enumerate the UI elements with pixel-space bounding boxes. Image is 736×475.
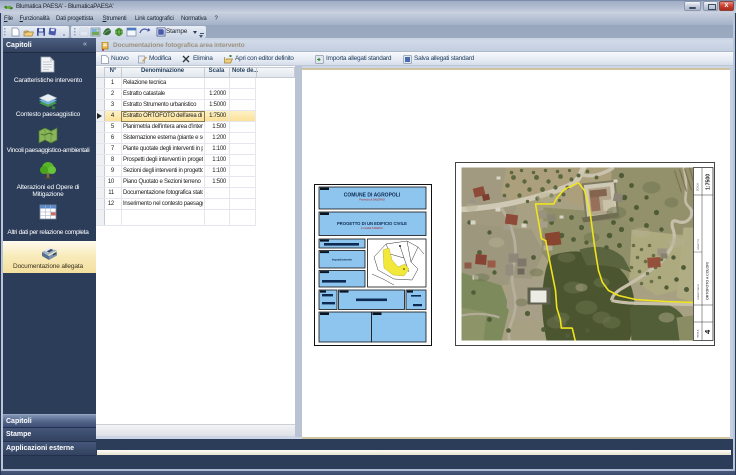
svg-text:COMMITTENTE: COMMITTENTE [698, 283, 700, 300]
svg-text:in località S.MARCO: in località S.MARCO [361, 227, 383, 230]
svg-text:PROGETTO DI UN EDIFICIO CIVILE: PROGETTO DI UN EDIFICIO CIVILE [337, 221, 407, 226]
svg-text:OGGETTO: OGGETTO [698, 239, 700, 250]
svg-text:1:7500: 1:7500 [706, 174, 712, 190]
svg-text:TAVOLA: TAVOLA [697, 329, 700, 338]
svg-text:ORTOFOTO A COLORI: ORTOFOTO A COLORI [706, 262, 710, 300]
svg-text:Provincia di SALERNO: Provincia di SALERNO [359, 199, 385, 202]
svg-text:SCALA: SCALA [697, 183, 700, 191]
svg-text:Inquadramento: Inquadramento [332, 258, 352, 262]
